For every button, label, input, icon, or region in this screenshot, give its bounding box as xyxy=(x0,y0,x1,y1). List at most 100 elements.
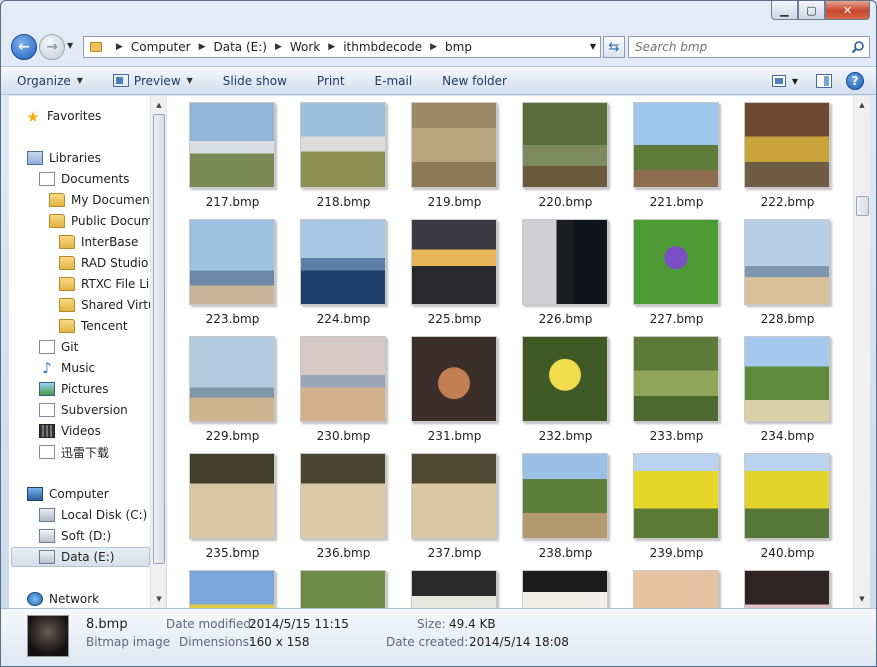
nav-computer[interactable]: Computer xyxy=(27,484,109,504)
nav-my-documents[interactable]: My Documents xyxy=(49,190,161,210)
file-list-scrollbar[interactable]: ▲ ▼ xyxy=(853,96,870,608)
file-tile[interactable]: 231.bmp xyxy=(389,332,500,448)
file-tile[interactable]: 228.bmp xyxy=(722,215,833,331)
file-tile[interactable]: 234.bmp xyxy=(722,332,833,448)
file-thumbnail[interactable] xyxy=(744,102,830,188)
breadcrumb-work[interactable]: Work xyxy=(290,40,320,54)
scroll-down-icon[interactable]: ▼ xyxy=(854,592,870,606)
nav-public-documents[interactable]: Public Docume xyxy=(49,211,160,231)
file-thumbnail[interactable] xyxy=(522,219,608,305)
refresh-button[interactable]: ⇆ xyxy=(603,36,625,58)
scroll-down-icon[interactable]: ▼ xyxy=(151,592,167,606)
file-thumbnail[interactable] xyxy=(189,570,275,608)
file-tile[interactable]: 235.bmp xyxy=(167,449,278,565)
nav-network[interactable]: Network xyxy=(27,589,99,608)
slideshow-button[interactable]: Slide show xyxy=(223,74,287,88)
file-thumbnail[interactable] xyxy=(522,453,608,539)
breadcrumb-separator-icon[interactable]: ▶ xyxy=(328,42,335,52)
file-tile[interactable]: 222.bmp xyxy=(722,98,833,214)
file-thumbnail[interactable] xyxy=(189,102,275,188)
nav-favorites[interactable]: ★ Favorites xyxy=(25,106,101,126)
file-tile[interactable]: 219.bmp xyxy=(389,98,500,214)
file-tile[interactable]: 221.bmp xyxy=(611,98,722,214)
file-thumbnail[interactable] xyxy=(189,219,275,305)
file-tile[interactable] xyxy=(389,566,500,608)
file-thumbnail[interactable] xyxy=(633,219,719,305)
file-thumbnail[interactable] xyxy=(522,570,608,608)
file-thumbnail[interactable] xyxy=(522,336,608,422)
file-thumbnail[interactable] xyxy=(744,453,830,539)
file-name[interactable]: 240.bmp xyxy=(722,546,853,560)
forward-button[interactable]: → xyxy=(39,34,65,60)
view-dropdown-icon[interactable]: ▼ xyxy=(792,77,798,86)
breadcrumb-computer[interactable]: Computer xyxy=(131,40,191,54)
breadcrumb-bmp[interactable]: bmp xyxy=(445,40,472,54)
breadcrumb-data-e[interactable]: Data (E:) xyxy=(214,40,267,54)
back-button[interactable]: ← xyxy=(11,34,37,60)
organize-button[interactable]: Organize ▼ xyxy=(17,74,83,88)
preview-button[interactable]: Preview ▼ xyxy=(112,74,193,88)
file-thumbnail[interactable] xyxy=(744,336,830,422)
breadcrumb-separator-icon[interactable]: ▶ xyxy=(116,42,123,52)
nav-interbase[interactable]: InterBase xyxy=(59,232,138,252)
nav-pictures[interactable]: Pictures xyxy=(39,379,109,399)
nav-data-e[interactable]: Data (E:) xyxy=(11,547,150,567)
file-tile[interactable] xyxy=(278,566,389,608)
file-tile[interactable]: 232.bmp xyxy=(500,332,611,448)
breadcrumb-separator-icon[interactable]: ▶ xyxy=(430,42,437,52)
change-view-icon[interactable] xyxy=(771,75,786,87)
breadcrumb-separator-icon[interactable]: ▶ xyxy=(199,42,206,52)
file-tile[interactable]: 240.bmp xyxy=(722,449,833,565)
file-tile[interactable] xyxy=(722,566,833,608)
file-tile[interactable]: 226.bmp xyxy=(500,215,611,331)
file-tile[interactable]: 225.bmp xyxy=(389,215,500,331)
file-tile[interactable]: 227.bmp xyxy=(611,215,722,331)
minimize-button[interactable]: ▁ xyxy=(771,1,798,20)
nav-xunlei[interactable]: 迅雷下载 xyxy=(39,442,109,462)
address-bar[interactable]: ▶ Computer ▶ Data (E:) ▶ Work ▶ ithmbdec… xyxy=(83,36,601,58)
navigation-scrollbar[interactable]: ▲ ▼ xyxy=(150,96,166,608)
file-thumbnail[interactable] xyxy=(744,219,830,305)
nav-rtxc-file-list[interactable]: RTXC File List xyxy=(59,274,160,294)
file-thumbnail[interactable] xyxy=(633,102,719,188)
nav-libraries[interactable]: Libraries xyxy=(27,148,101,168)
breadcrumb-separator-icon[interactable]: ▶ xyxy=(275,42,282,52)
nav-tencent[interactable]: Tencent xyxy=(59,316,128,336)
file-name[interactable]: 222.bmp xyxy=(722,195,853,209)
file-thumbnail[interactable] xyxy=(189,336,275,422)
nav-music[interactable]: ♪ Music xyxy=(39,358,95,378)
nav-local-disk-c[interactable]: Local Disk (C:) xyxy=(39,505,147,525)
file-tile[interactable]: 223.bmp xyxy=(167,215,278,331)
new-folder-button[interactable]: New folder xyxy=(442,74,507,88)
file-tile[interactable]: 238.bmp xyxy=(500,449,611,565)
file-thumbnail[interactable] xyxy=(300,102,386,188)
file-thumbnail[interactable] xyxy=(411,453,497,539)
file-thumbnail[interactable] xyxy=(411,219,497,305)
file-tile[interactable]: 236.bmp xyxy=(278,449,389,565)
maximize-button[interactable]: ▢ xyxy=(798,1,825,20)
file-thumbnail[interactable] xyxy=(633,453,719,539)
file-tile[interactable]: 218.bmp xyxy=(278,98,389,214)
preview-pane-icon[interactable] xyxy=(816,74,832,88)
scroll-up-icon[interactable]: ▲ xyxy=(854,98,870,112)
file-thumbnail[interactable] xyxy=(300,336,386,422)
address-dropdown-icon[interactable]: ▼ xyxy=(590,42,596,51)
file-thumbnail[interactable] xyxy=(189,453,275,539)
file-tile[interactable]: 220.bmp xyxy=(500,98,611,214)
print-button[interactable]: Print xyxy=(317,74,345,88)
nav-rad-studio[interactable]: RAD Studio xyxy=(59,253,148,273)
nav-soft-d[interactable]: Soft (D:) xyxy=(39,526,111,546)
nav-videos[interactable]: Videos xyxy=(39,421,101,441)
nav-documents[interactable]: Documents xyxy=(39,169,129,189)
nav-git[interactable]: Git xyxy=(39,337,78,357)
recent-pages-dropdown[interactable]: ▼ xyxy=(67,41,73,50)
file-tile[interactable]: 229.bmp xyxy=(167,332,278,448)
search-input[interactable] xyxy=(635,40,845,54)
help-icon[interactable]: ? xyxy=(846,72,864,90)
file-thumbnail[interactable] xyxy=(300,453,386,539)
scrollbar-thumb[interactable] xyxy=(153,114,165,564)
file-tile[interactable]: 217.bmp xyxy=(167,98,278,214)
file-thumbnail[interactable] xyxy=(411,336,497,422)
file-thumbnail[interactable] xyxy=(633,336,719,422)
file-thumbnail[interactable] xyxy=(300,219,386,305)
